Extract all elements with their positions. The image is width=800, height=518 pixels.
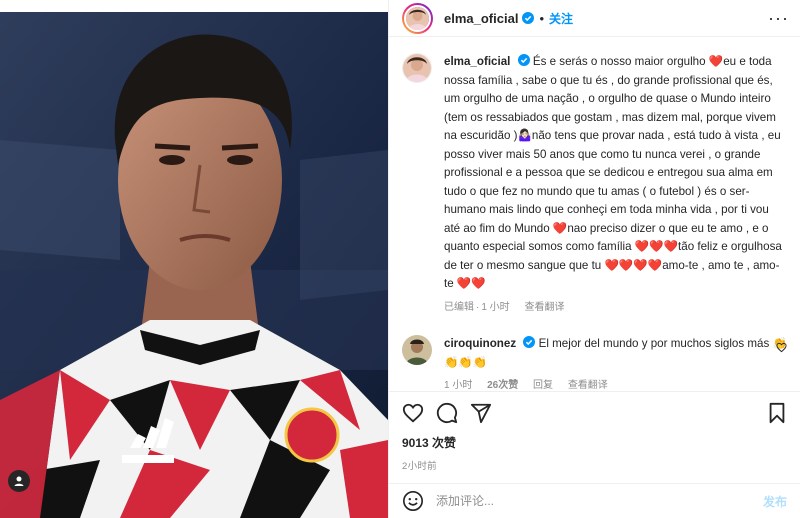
comment-meta: 1 小时 26次赞 回复 查看翻译: [444, 377, 787, 391]
reply-button[interactable]: 回复: [533, 380, 553, 391]
add-comment-bar: 发布: [389, 483, 800, 518]
dot: ·: [476, 301, 480, 313]
post-viewer: elma_oficial • 关注 ··· elma_oficial És e …: [0, 0, 800, 518]
more-options-button[interactable]: ···: [768, 9, 789, 27]
caption-time[interactable]: 1 小时: [481, 302, 509, 313]
comment-username[interactable]: ciroquinonez: [444, 337, 516, 350]
emoji-icon[interactable]: [402, 490, 424, 512]
comment-like-icon[interactable]: [776, 342, 787, 353]
like-icon[interactable]: [402, 402, 424, 424]
posted-time[interactable]: 2小时前: [402, 458, 788, 472]
caption: elma_oficial És e serás o nosso maior or…: [402, 53, 787, 317]
post-details-panel: elma_oficial • 关注 ··· elma_oficial És e …: [388, 0, 800, 518]
comment-time[interactable]: 1 小时: [444, 380, 472, 391]
author-username[interactable]: elma_oficial: [444, 11, 518, 26]
see-translation-link[interactable]: 查看翻译: [568, 380, 608, 391]
action-icons: [402, 400, 788, 426]
verified-badge-icon: [523, 336, 536, 348]
tagged-users-button[interactable]: [8, 470, 30, 492]
likes-count[interactable]: 9013 次赞: [402, 434, 788, 451]
caption-author-avatar[interactable]: [402, 53, 432, 83]
comments-list[interactable]: elma_oficial És e serás o nosso maior or…: [389, 37, 800, 391]
comment-input[interactable]: [436, 494, 763, 508]
post-header: elma_oficial • 关注 ···: [389, 0, 800, 37]
header-separator: •: [539, 10, 544, 26]
post-photo[interactable]: [0, 0, 388, 518]
verified-badge-icon: [522, 12, 535, 24]
comment-avatar[interactable]: [402, 335, 432, 365]
author-avatar-ring[interactable]: [402, 2, 433, 34]
post-actions: 9013 次赞 2小时前: [389, 391, 800, 475]
share-icon[interactable]: [470, 402, 492, 424]
see-translation-link[interactable]: 查看翻译: [524, 302, 564, 313]
caption-username[interactable]: elma_oficial: [444, 55, 510, 68]
caption-meta: 已编辑 · 1 小时 查看翻译: [444, 299, 787, 318]
comment-item: ciroquinonez El mejor del mundo y por mu…: [402, 335, 787, 391]
edited-label: 已编辑: [444, 301, 474, 313]
verified-badge-icon: [517, 54, 530, 66]
follow-button[interactable]: 关注: [549, 10, 573, 27]
post-image: [0, 0, 388, 518]
save-icon[interactable]: [766, 402, 788, 424]
post-comment-button[interactable]: 发布: [763, 493, 787, 510]
comment-icon[interactable]: [436, 402, 458, 424]
author-avatar: [404, 4, 431, 32]
caption-text: És e serás o nosso maior orgulho ❤️eu e …: [444, 55, 782, 290]
user-tag-icon: [14, 476, 24, 486]
comment-likes[interactable]: 26次赞: [487, 380, 518, 391]
